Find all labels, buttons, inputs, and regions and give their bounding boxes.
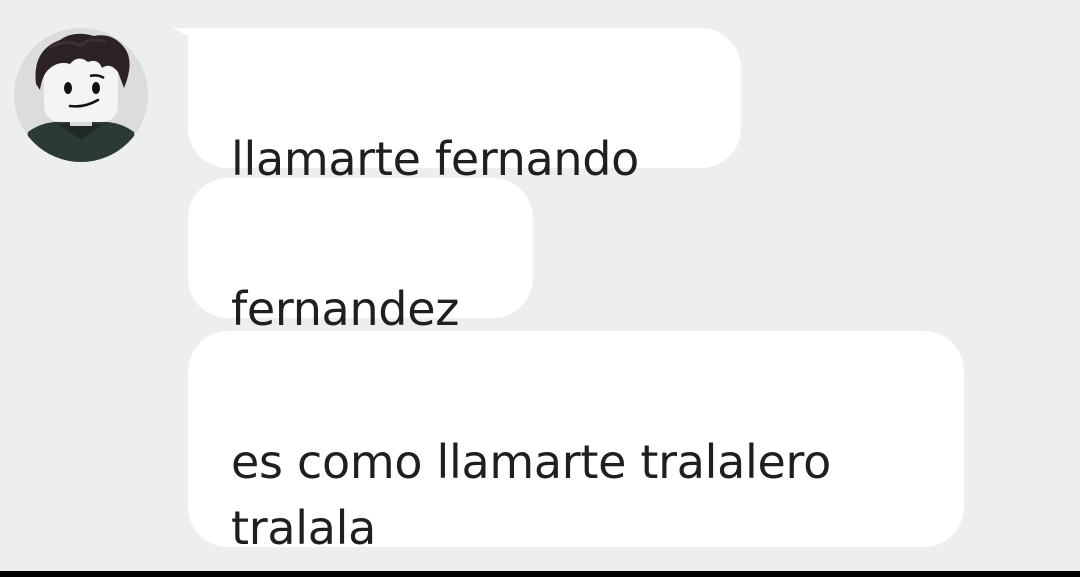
message-bubble[interactable]: llamarte fernando: [188, 28, 741, 186]
roblox-character-avatar-icon: [14, 28, 148, 162]
message-text: es como llamarte tralalero tralala: [231, 435, 831, 555]
screen-bottom-edge: [0, 571, 1080, 577]
message-bubble[interactable]: fernandez: [188, 178, 533, 336]
sender-avatar[interactable]: [14, 28, 148, 162]
message-text: fernandez: [231, 282, 460, 336]
chat-view: llamarte fernando fernandez es como llam…: [0, 0, 1080, 571]
message-bubble[interactable]: es como llamarte tralalero tralala: [188, 331, 964, 555]
